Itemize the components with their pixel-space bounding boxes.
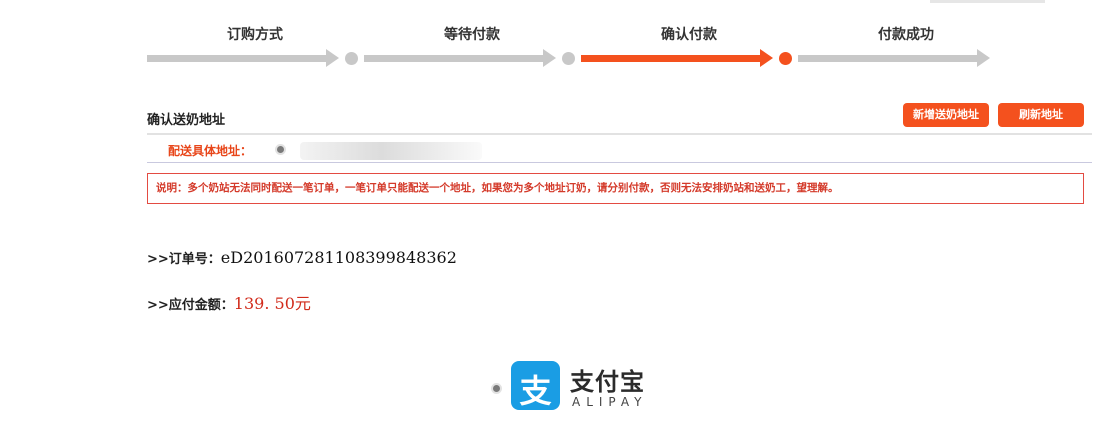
step-line-4 [798,55,978,62]
arrow-right-icon [543,49,556,67]
order-amount-row: >>应付金额：139. 50元 [147,290,311,314]
amount-label: >>应付金额： [147,298,234,313]
step-dot-3 [779,52,792,65]
step-label-4: 付款成功 [878,27,934,43]
add-address-button[interactable]: 新增送奶地址 [903,103,989,127]
step-line-2 [364,55,544,62]
order-number-value: eD20160728110839984836​2 [220,248,457,267]
step-dot-1 [345,52,358,65]
step-dot-2 [562,52,575,65]
arrow-right-icon [326,49,339,67]
order-number-label: >>订单号： [147,252,221,267]
top-strip [930,0,1045,3]
refresh-address-button[interactable]: 刷新地址 [998,103,1084,127]
alipay-name-en: ALIPAY [572,395,648,409]
address-value-redacted [300,142,482,160]
step-label-3: 确认付款 [661,27,717,43]
step-line-3 [581,55,761,62]
alipay-radio[interactable] [491,383,502,394]
step-label-2: 等待付款 [444,27,500,43]
arrow-right-icon [760,49,773,67]
address-radio[interactable] [275,144,286,155]
notice-box: 说明：多个奶站无法同时配送一笔订单，一笔订单只能配送一个地址，如果您为多个地址订… [147,173,1084,204]
amount-value: 139. 50元 [233,294,311,313]
step-label-1: 订购方式 [227,27,283,43]
order-number-row: >>订单号：eD20160728110839984836​2 [147,248,457,267]
divider [147,133,1092,135]
divider [147,162,1092,163]
step-line-1 [147,55,327,62]
alipay-name-cn: 支付宝 [570,368,645,396]
address-section-title: 确认送奶地址 [147,113,226,128]
alipay-icon: 支 [511,361,560,410]
arrow-right-icon [977,49,990,67]
address-detail-label: 配送具体地址： [168,144,253,158]
